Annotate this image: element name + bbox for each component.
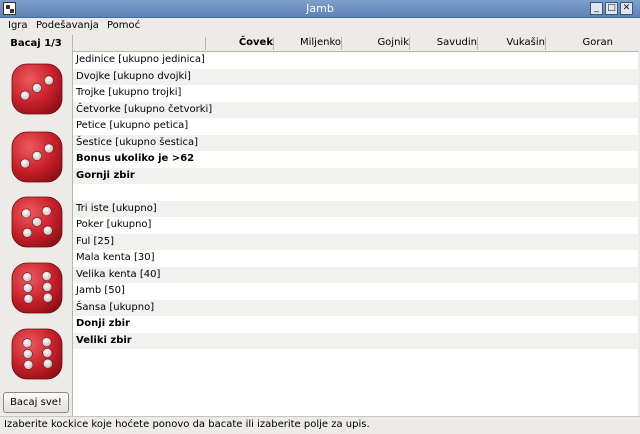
table-row[interactable]: Bonus ukoliko je >62 <box>73 151 639 168</box>
table-row[interactable]: Gornji zbir <box>73 167 639 184</box>
row-label: Velika kenta [40] <box>76 268 161 280</box>
row-label: Gornji zbir <box>76 169 135 181</box>
menu-bar: Igra Podešavanja Pomoć <box>0 18 640 35</box>
die-2[interactable] <box>10 130 64 184</box>
row-label: Trojke [ukupno trojki] <box>76 87 182 98</box>
table-row[interactable]: Četvorke [ukupno četvorki] <box>73 101 639 118</box>
table-row[interactable]: Velika kenta [40] <box>73 266 639 283</box>
table-row[interactable]: Jedinice [ukupno jedinica] <box>73 52 639 69</box>
roll-all-button[interactable]: Bacaj sve! <box>3 392 69 413</box>
row-label: Mala kenta [30] <box>76 252 155 263</box>
status-bar: Izaberite kockice koje hoćete ponovo da … <box>0 416 640 434</box>
close-button[interactable]: ✕ <box>620 2 633 15</box>
table-row[interactable]: Veliki zbir <box>73 332 639 349</box>
maximize-button[interactable]: □ <box>605 2 618 15</box>
column-header-gojnik[interactable]: Gojnik <box>341 37 409 48</box>
column-header-miljenko[interactable]: Miljenko <box>273 37 341 48</box>
table-row[interactable]: Mala kenta [30] <box>73 250 639 267</box>
row-label: Jedinice [ukupno jedinica] <box>76 54 205 65</box>
table-row[interactable]: Šestice [ukupno šestica] <box>73 134 639 151</box>
table-row[interactable]: Šansa [ukupno] <box>73 299 639 316</box>
column-header-vukasin[interactable]: Vukašin <box>477 37 545 48</box>
table-row[interactable]: Trojke [ukupno trojki] <box>73 85 639 102</box>
table-row[interactable]: Donji zbir <box>73 316 639 333</box>
row-label: Šansa [ukupno] <box>76 301 155 313</box>
row-label: Jamb [50] <box>76 285 125 296</box>
table-header: Čovek Miljenko Gojnik Savudin Vukašin Go… <box>73 35 639 52</box>
dice-panel: Bacaj 1/3 Bacaj sve! <box>0 35 72 416</box>
row-label: Poker [ukupno] <box>76 219 152 230</box>
row-label: Donji zbir <box>76 318 130 329</box>
die-3[interactable] <box>10 195 64 249</box>
title-bar[interactable]: Jamb _ □ ✕ <box>0 0 640 18</box>
row-label: Petice [ukupno petica] <box>76 120 189 131</box>
column-header-savudin[interactable]: Savudin <box>409 37 477 48</box>
die-5[interactable] <box>10 327 64 381</box>
score-table: Čovek Miljenko Gojnik Savudin Vukašin Go… <box>72 35 639 416</box>
window-title: Jamb <box>306 2 334 15</box>
menu-pomoc[interactable]: Pomoć <box>107 20 140 31</box>
table-row[interactable]: Dvojke [ukupno dvojki] <box>73 68 639 85</box>
minimize-button[interactable]: _ <box>590 2 603 15</box>
die-4[interactable] <box>10 261 64 315</box>
row-label: Dvojke [ukupno dvojki] <box>76 70 191 82</box>
table-row[interactable]: Poker [ukupno] <box>73 217 639 234</box>
row-label: Bonus ukoliko je >62 <box>76 153 195 164</box>
row-label: Ful [25] <box>76 235 115 247</box>
table-row[interactable]: Petice [ukupno petica] <box>73 118 639 135</box>
column-header-goran[interactable]: Goran <box>545 37 613 48</box>
row-label: Veliki zbir <box>76 334 132 346</box>
row-label: Šestice [ukupno šestica] <box>76 136 199 148</box>
row-label: Tri iste [ukupno] <box>76 202 157 214</box>
table-row[interactable]: Jamb [50] <box>73 283 639 300</box>
column-header-covek[interactable]: Čovek <box>205 37 273 48</box>
roll-counter: Bacaj 1/3 <box>10 38 62 49</box>
table-row[interactable]: Ful [25] <box>73 233 639 250</box>
menu-igra[interactable]: Igra <box>8 20 28 31</box>
table-row[interactable]: Tri iste [ukupno] <box>73 200 639 217</box>
table-row[interactable] <box>73 184 639 201</box>
status-text: Izaberite kockice koje hoćete ponovo da … <box>4 419 370 430</box>
row-label: Četvorke [ukupno četvorki] <box>76 103 213 115</box>
menu-podesavanja[interactable]: Podešavanja <box>36 20 99 31</box>
die-1[interactable] <box>10 62 64 116</box>
